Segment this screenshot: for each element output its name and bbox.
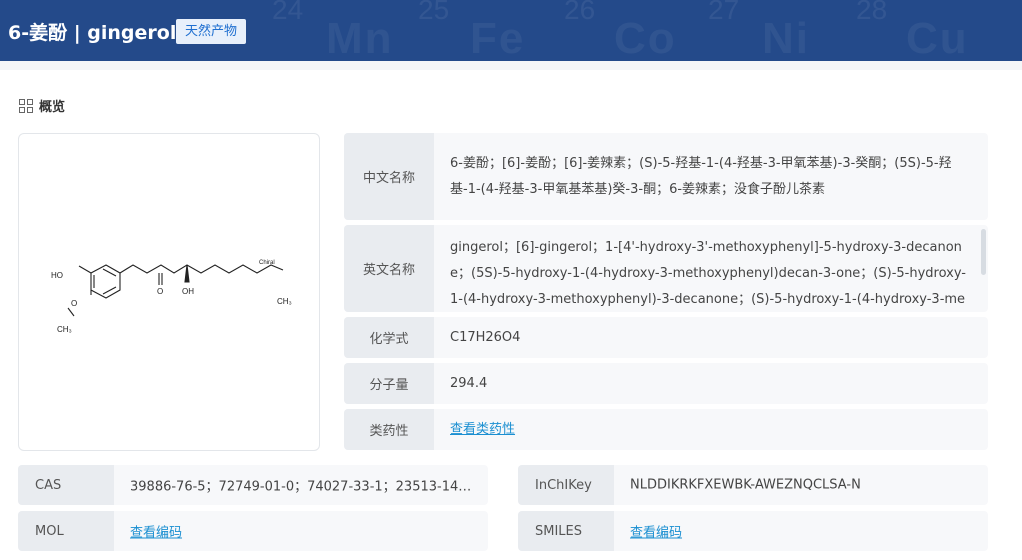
struct-label: CH₃ (57, 325, 72, 334)
chemical-structure-diagram: HO O CH₃ Chiral CH₃ O OH (51, 260, 292, 334)
bg-element-number: 25 (418, 0, 450, 25)
inchikey-label: InChIKey (518, 465, 614, 505)
chinese-name-row: 中文名称 6-姜酚；[6]-姜酚；[6]-姜辣素；(S)-5-羟基-1-(4-羟… (344, 133, 988, 220)
english-name-row: 英文名称 gingerol；[6]-gingerol；1-[4'-hydroxy… (344, 225, 988, 312)
mol-row: MOL 查看编码 (18, 511, 488, 551)
cas-value: 39886-76-5；72749-01-0；74027-33-1；23513-1… (130, 479, 475, 495)
struct-label: OH (182, 287, 194, 296)
bg-element-number: 26 (564, 0, 596, 25)
formula-label: 化学式 (344, 317, 434, 358)
struct-label: CH₃ (277, 297, 292, 306)
mol-label: MOL (18, 511, 114, 551)
grid-icon (19, 98, 33, 113)
bg-element-symbol: Co (614, 14, 677, 61)
formula-row: 化学式 C17H26O4 (344, 317, 988, 358)
view-mol-link[interactable]: 查看编码 (130, 526, 182, 541)
smiles-label: SMILES (518, 511, 614, 551)
pharmacology-label: 类药性 (344, 409, 434, 450)
bg-element-number: 24 (272, 0, 304, 25)
page-title: 6-姜酚 | gingerol (8, 22, 177, 44)
view-smiles-link[interactable]: 查看编码 (630, 526, 682, 541)
bg-element-symbol: Ni (762, 14, 810, 61)
struct-label: Chiral (259, 260, 275, 266)
chinese-name-label: 中文名称 (344, 133, 434, 220)
section-header: 概览 (19, 96, 65, 115)
bg-element-number: 27 (708, 0, 740, 25)
chinese-name-value: 6-姜酚；[6]-姜酚；[6]-姜辣素；(S)-5-羟基-1-(4-羟基-3-甲… (450, 155, 952, 197)
bg-element-symbol: Cu (906, 14, 969, 61)
pharmacology-row: 类药性 查看类药性 (344, 409, 988, 450)
inchikey-row: InChIKey NLDDIKRKFXEWBK-AWEZNQCLSA-N (518, 465, 988, 505)
cas-label: CAS (18, 465, 114, 505)
english-name-value[interactable]: gingerol；[6]-gingerol；1-[4'-hydroxy-3'-m… (450, 235, 966, 307)
smiles-row: SMILES 查看编码 (518, 511, 988, 551)
bg-element-number: 28 (856, 0, 888, 25)
page-header: 24 Mn 25 Fe 26 Co 27 Ni 28 Cu 6-姜酚 | gin… (0, 0, 1022, 61)
mol-weight-label: 分子量 (344, 363, 434, 404)
english-name-scrollbar[interactable] (981, 229, 986, 275)
view-pharmacology-link[interactable]: 查看类药性 (450, 422, 515, 437)
cas-row: CAS 39886-76-5；72749-01-0；74027-33-1；235… (18, 465, 488, 505)
bg-element-symbol: Mn (326, 14, 394, 61)
struct-label: O (71, 299, 77, 308)
struct-label: HO (51, 271, 63, 280)
section-title: 概览 (39, 100, 66, 115)
mol-weight-value: 294.4 (450, 375, 488, 391)
overview-panel: 概览 HO O CH₃ Chiral CH₃ O OH 中文名称 6-姜酚；[6… (0, 70, 1022, 560)
natural-product-badge: 天然产物 (176, 19, 247, 44)
structure-image: HO O CH₃ Chiral CH₃ O OH (18, 133, 320, 451)
inchikey-value: NLDDIKRKFXEWBK-AWEZNQCLSA-N (630, 477, 861, 493)
bg-element-symbol: Fe (470, 14, 526, 61)
struct-label: O (157, 287, 163, 296)
mol-weight-row: 分子量 294.4 (344, 363, 988, 404)
english-name-label: 英文名称 (344, 225, 434, 312)
formula-value: C17H26O4 (450, 329, 521, 345)
